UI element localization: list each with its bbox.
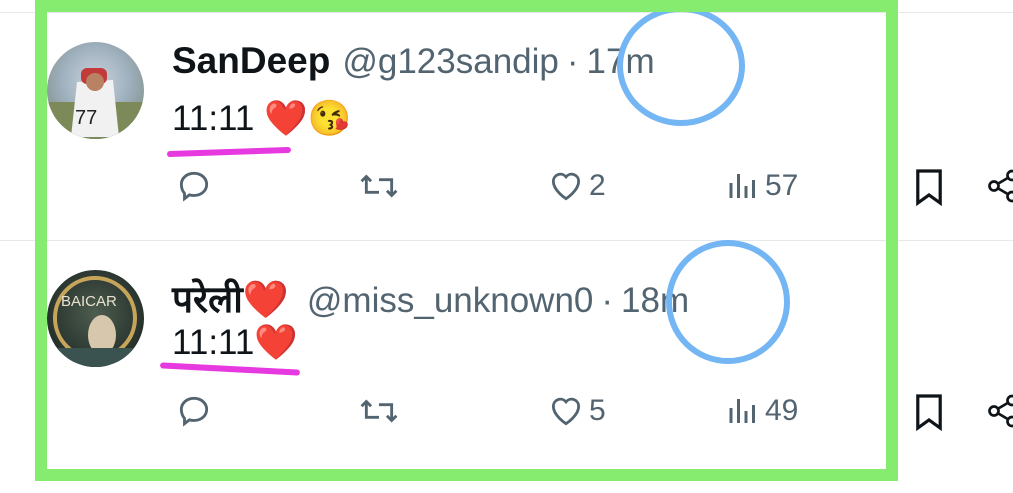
tweet-text: 11:11 ❤️😘 xyxy=(172,98,351,139)
like-button[interactable]: 2 xyxy=(547,167,606,205)
view-count: 49 xyxy=(765,394,799,427)
tweet-header: परेली❤️ @miss_unknown0 · 18m xyxy=(172,272,689,323)
views-button[interactable]: 57 xyxy=(725,167,798,205)
avatar[interactable]: BAICAR xyxy=(47,270,144,367)
annotation-underline xyxy=(159,362,301,376)
like-count: 5 xyxy=(589,394,606,427)
action-bar: 5 49 xyxy=(0,392,1013,442)
tweet-text-time: 11:11 xyxy=(172,323,255,362)
tweet-text-time: 11:11 xyxy=(172,99,255,138)
annotation-circle xyxy=(617,6,745,126)
views-button[interactable]: 49 xyxy=(725,392,798,430)
divider xyxy=(0,240,1013,241)
avatar-image: BAICAR xyxy=(47,276,144,367)
annotation-circle xyxy=(666,240,790,364)
reply-icon xyxy=(179,171,209,202)
views-icon xyxy=(729,174,755,198)
retweet-icon xyxy=(360,399,398,423)
heart-icon xyxy=(551,397,581,426)
heart-icon xyxy=(551,172,581,201)
tweet-text: 11:11❤️ xyxy=(172,322,298,363)
bookmark-button[interactable] xyxy=(913,392,945,432)
separator-dot: · xyxy=(566,42,579,81)
tweet-header: SanDeep @g123sandip · 17m xyxy=(172,40,655,82)
divider xyxy=(0,12,1013,13)
share-button[interactable] xyxy=(985,392,1013,430)
share-button[interactable] xyxy=(985,167,1013,205)
reply-icon xyxy=(179,396,209,427)
view-count: 57 xyxy=(765,169,799,202)
retweet-button[interactable] xyxy=(358,392,404,430)
bookmark-button[interactable] xyxy=(913,167,945,207)
avatar-image: 77 xyxy=(47,68,144,139)
display-name[interactable]: SanDeep xyxy=(172,40,330,82)
svg-text:77: 77 xyxy=(75,107,97,129)
svg-text:BAICAR: BAICAR xyxy=(61,293,117,310)
user-handle[interactable]: @miss_unknown0 xyxy=(307,281,594,321)
reply-button[interactable] xyxy=(175,392,217,430)
retweet-icon xyxy=(360,174,398,198)
views-icon xyxy=(729,399,755,423)
separator-dot: · xyxy=(601,281,614,320)
retweet-button[interactable] xyxy=(358,167,404,205)
display-name[interactable]: परेली❤️ xyxy=(172,272,289,323)
reply-button[interactable] xyxy=(175,167,217,205)
like-button[interactable]: 5 xyxy=(547,392,606,430)
like-count: 2 xyxy=(589,169,606,202)
user-handle[interactable]: @g123sandip xyxy=(342,42,559,82)
avatar[interactable]: 77 xyxy=(47,42,144,139)
tweet-emoji: ❤️ xyxy=(254,323,298,362)
share-icon xyxy=(988,394,1013,428)
action-bar: 2 57 xyxy=(0,167,1013,217)
annotation-underline xyxy=(166,146,292,158)
bookmark-icon xyxy=(916,394,942,432)
share-icon xyxy=(988,169,1013,203)
bookmark-icon xyxy=(916,169,942,207)
tweet-emoji: ❤️😘 xyxy=(264,99,352,138)
